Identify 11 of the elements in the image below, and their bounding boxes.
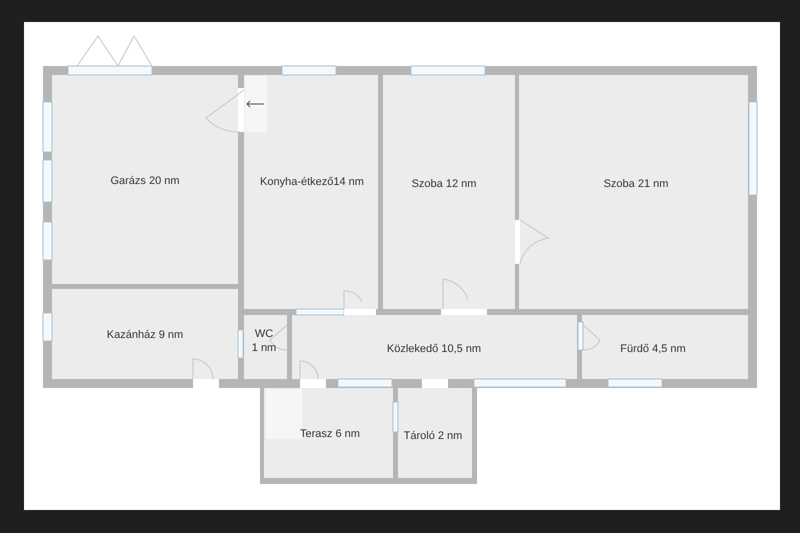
room-label: Garázs 20 nm [110,175,180,187]
room-label: WC [254,328,274,340]
room-label: 1 nm [252,342,276,354]
room-label: Közlekedő 10,5 nm [386,343,482,355]
room-label: Fürdő 4,5 nm [620,343,686,355]
room-label: Terasz 6 nm [300,428,360,440]
room-label: Kazánház 9 nm [106,329,184,341]
room-label: Szoba 12 nm [412,178,476,190]
room-label: Konyha-étkező14 nm [260,176,364,188]
room-label: Szoba 21 nm [604,178,668,190]
room-label: Tároló 2 nm [404,430,462,442]
